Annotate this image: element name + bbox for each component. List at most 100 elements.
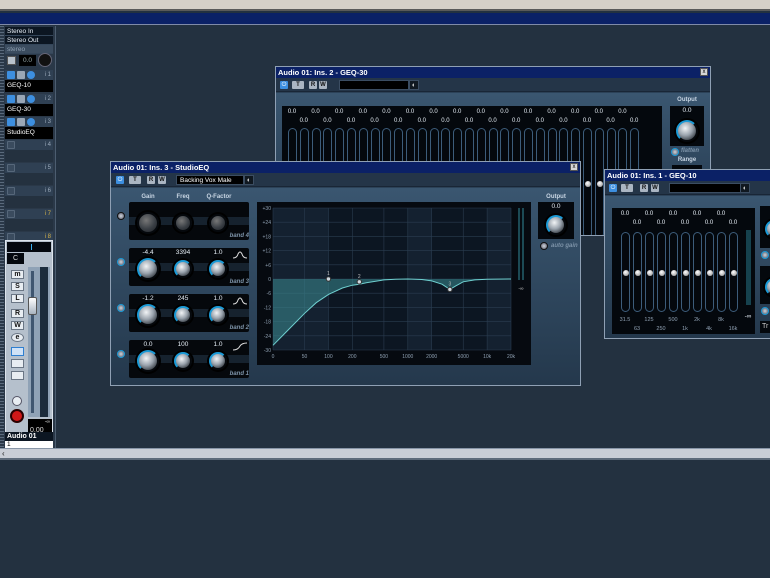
record-enable-button[interactable] bbox=[10, 409, 24, 423]
insert-slot[interactable] bbox=[5, 219, 53, 231]
slider-thumb[interactable] bbox=[659, 270, 665, 276]
band-freq-knob[interactable] bbox=[174, 352, 192, 370]
write-button[interactable]: W bbox=[11, 321, 24, 330]
write-button[interactable]: W bbox=[319, 81, 327, 89]
slider-thumb[interactable] bbox=[647, 270, 653, 276]
preset-menu-icon[interactable]: ◐ bbox=[409, 80, 419, 90]
write-button[interactable]: W bbox=[158, 176, 166, 184]
insert-power-icon[interactable] bbox=[7, 164, 15, 172]
band-gain-knob[interactable] bbox=[137, 350, 159, 372]
band-q-knob[interactable] bbox=[209, 214, 227, 232]
close-icon[interactable]: x bbox=[700, 68, 708, 76]
slider-thumb[interactable] bbox=[671, 270, 677, 276]
record-mode-icon[interactable] bbox=[11, 359, 24, 368]
band-slider[interactable] bbox=[594, 128, 604, 235]
band-freq-knob[interactable] bbox=[174, 260, 192, 278]
output-knob[interactable] bbox=[676, 120, 698, 142]
read-button[interactable]: R bbox=[640, 184, 648, 192]
geq30-title[interactable]: Audio 01: Ins. 2 - GEQ-30 bbox=[276, 67, 710, 78]
monitor-icon[interactable] bbox=[11, 347, 24, 356]
band-slider[interactable] bbox=[657, 232, 666, 312]
power-icon[interactable]: ⏻ bbox=[116, 176, 124, 184]
band-gain-knob[interactable] bbox=[137, 258, 159, 280]
automation-icon[interactable] bbox=[11, 371, 24, 380]
insert-slot[interactable]: GEQ-10 bbox=[5, 80, 53, 92]
output-knob[interactable] bbox=[765, 220, 770, 238]
studioeq-title[interactable]: Audio 01: Ins. 3 - StudioEQ bbox=[111, 162, 580, 173]
insert-edit-icon[interactable] bbox=[27, 94, 35, 103]
slider-thumb[interactable] bbox=[731, 270, 737, 276]
eq-node-handle[interactable] bbox=[325, 276, 332, 282]
slider-thumb[interactable] bbox=[585, 181, 591, 187]
insert-slot[interactable]: GEQ-30 bbox=[5, 103, 53, 116]
band-enable-button[interactable] bbox=[117, 258, 125, 266]
insert-slot[interactable] bbox=[5, 150, 53, 162]
preset-field[interactable] bbox=[669, 183, 743, 193]
band-q-knob[interactable] bbox=[209, 306, 227, 324]
band-slider[interactable] bbox=[693, 232, 702, 312]
filter-type-peak-icon[interactable] bbox=[232, 250, 248, 259]
geq10-title[interactable]: Audio 01: Ins. 1 - GEQ-10 bbox=[605, 170, 770, 181]
band-slider[interactable] bbox=[583, 128, 592, 235]
preset-menu-icon[interactable]: ◐ bbox=[740, 183, 750, 193]
slider-thumb[interactable] bbox=[596, 181, 603, 187]
band-enable-button[interactable] bbox=[117, 350, 125, 358]
slider-thumb[interactable] bbox=[683, 270, 689, 276]
insert-power-icon[interactable] bbox=[7, 71, 15, 79]
scroll-left-icon[interactable]: ‹ bbox=[2, 449, 10, 458]
horizontal-scrollbar[interactable]: ‹ bbox=[0, 448, 770, 458]
tools-button[interactable]: T bbox=[621, 184, 633, 192]
mode-field[interactable]: Tr bbox=[760, 321, 770, 333]
slider-thumb[interactable] bbox=[719, 270, 725, 276]
insert-power-icon[interactable] bbox=[7, 187, 15, 195]
preset-field[interactable] bbox=[339, 80, 409, 90]
band-slider[interactable] bbox=[717, 232, 726, 312]
tools-button[interactable]: T bbox=[129, 176, 141, 184]
output-knob[interactable] bbox=[546, 215, 566, 235]
input-gain-value[interactable]: 0.0 bbox=[19, 55, 36, 66]
insert-power-icon[interactable] bbox=[7, 118, 15, 126]
band-enable-button[interactable] bbox=[117, 212, 125, 220]
band-slider[interactable] bbox=[705, 232, 714, 312]
band-slider[interactable] bbox=[645, 232, 654, 312]
filter-type-lowcut-icon[interactable] bbox=[232, 342, 248, 351]
band-slider[interactable] bbox=[621, 232, 630, 312]
band-enable-button[interactable] bbox=[117, 304, 125, 312]
range-knob[interactable] bbox=[765, 278, 770, 296]
auto-gain-button[interactable] bbox=[540, 242, 548, 250]
insert-power-icon[interactable] bbox=[7, 94, 15, 103]
insert-bypass-icon[interactable] bbox=[17, 118, 25, 126]
band-freq-knob[interactable] bbox=[174, 214, 192, 232]
solo-button[interactable]: S bbox=[11, 282, 24, 291]
input-routing[interactable]: Stereo In bbox=[5, 27, 53, 36]
edit-button[interactable]: e bbox=[11, 333, 24, 342]
listen-button[interactable]: L bbox=[11, 294, 24, 303]
insert-slot[interactable]: StudioEQ bbox=[5, 127, 53, 139]
flatten-button[interactable] bbox=[671, 148, 679, 156]
eq-graph[interactable]: +30 +24 +18 +12 +6 0 -6 -12 -18 -24 -30 0 50 100 200 50… bbox=[257, 202, 531, 365]
slider-thumb[interactable] bbox=[707, 270, 713, 276]
flatten-button[interactable] bbox=[761, 251, 769, 259]
insert-slot[interactable] bbox=[5, 196, 53, 208]
output-routing[interactable]: Stereo Out bbox=[5, 36, 53, 45]
pan-label[interactable]: C bbox=[7, 253, 24, 264]
close-icon[interactable]: x bbox=[570, 163, 578, 171]
power-icon[interactable]: ⏻ bbox=[280, 81, 288, 89]
tools-button[interactable]: T bbox=[292, 81, 304, 89]
insert-edit-icon[interactable] bbox=[27, 118, 35, 126]
preset-field[interactable]: Backing Vox Male bbox=[176, 175, 244, 185]
insert-slot[interactable] bbox=[5, 173, 53, 185]
preset-menu-icon[interactable]: ◐ bbox=[244, 175, 254, 185]
read-button[interactable]: R bbox=[11, 309, 24, 318]
pan-display[interactable] bbox=[7, 242, 51, 252]
input-gain-knob[interactable] bbox=[38, 53, 52, 67]
channel-name[interactable]: Audio 01 bbox=[5, 432, 53, 441]
band-slider[interactable] bbox=[669, 232, 678, 312]
slider-thumb[interactable] bbox=[695, 270, 701, 276]
filter-type-peak-icon[interactable] bbox=[232, 296, 248, 305]
band-q-knob[interactable] bbox=[209, 352, 227, 370]
slider-thumb[interactable] bbox=[635, 270, 641, 276]
band-gain-knob[interactable] bbox=[137, 304, 159, 326]
insert-power-icon[interactable] bbox=[7, 210, 15, 218]
read-button[interactable]: R bbox=[309, 81, 317, 89]
